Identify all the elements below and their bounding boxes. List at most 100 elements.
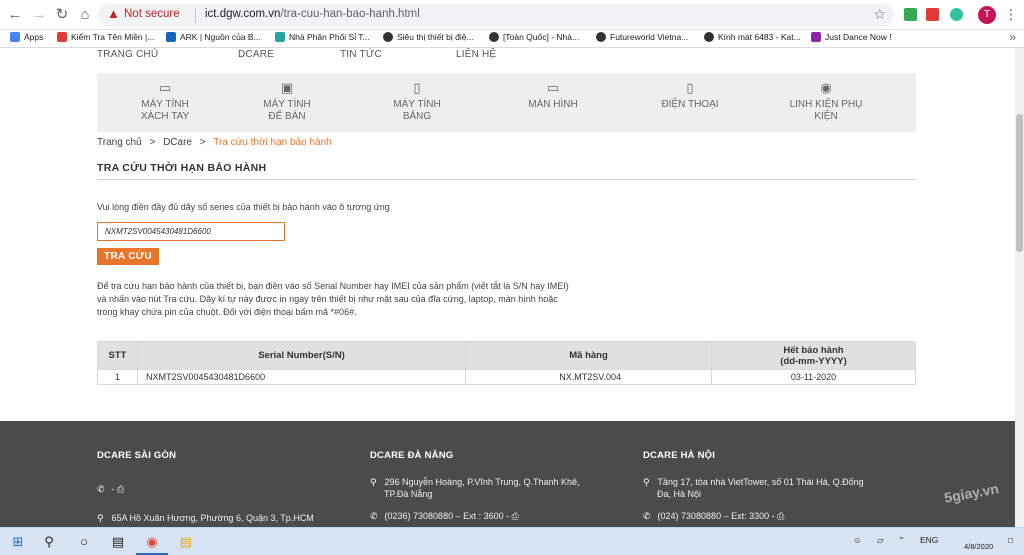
favicon-icon <box>383 32 393 42</box>
page-title: TRA CỨU THỜI HẠN BẢO HÀNH <box>97 162 267 174</box>
home-icon[interactable]: ⌂ <box>76 6 94 24</box>
footer-danang-title: DCARE ĐÀ NẴNG <box>370 450 454 461</box>
category-bar: ▭ MÁY TÍNH XÁCH TAY ▣ MÁY TÍNH ĐỂ BÀN ▯ … <box>97 73 916 132</box>
table-header-row: STT Serial Number(S/N) Mã hàng Hết bảo h… <box>97 341 916 370</box>
search-icon[interactable]: ⚲ <box>40 533 58 551</box>
header-serial: Serial Number(S/N) <box>137 341 466 370</box>
url-text[interactable]: ict.dgw.com.vn/tra-cuu-han-bao-hanh.html <box>205 8 420 20</box>
reload-icon[interactable]: ↻ <box>53 6 71 24</box>
printer-icon: ⎙ <box>511 511 519 521</box>
back-arrow-icon[interactable]: ← <box>6 6 24 24</box>
chrome-menu-icon[interactable]: ⋮ <box>1004 5 1018 23</box>
tray-language[interactable]: ENG <box>920 535 938 545</box>
category-laptop[interactable]: ▭ MÁY TÍNH XÁCH TAY <box>97 73 233 132</box>
menu-contact[interactable]: LIÊN HỆ <box>456 49 496 60</box>
notification-icon[interactable]: □ <box>1008 535 1013 545</box>
footer-hanoi-address: ⚲ Tầng 17, tòa nhà VietTower, số 01 Thái… <box>643 476 864 488</box>
warning-triangle-icon: ▲ <box>107 6 120 21</box>
bookmark-label: Nhà Phân Phối Sỉ T... <box>289 32 370 42</box>
printer-icon: ⎙ <box>117 484 125 494</box>
bookmark-star-icon[interactable]: ☆ <box>873 6 886 23</box>
address-text: Tầng 17, tòa nhà VietTower, số 01 Thái H… <box>657 477 864 487</box>
footer-danang-phone: ✆ (0236) 73080880 – Ext : 3600 - ⎙ <box>370 510 519 522</box>
menu-home[interactable]: TRANG CHỦ <box>97 49 158 60</box>
search-button[interactable]: TRA CỨU <box>97 248 159 265</box>
category-label: KIỆN <box>814 111 838 122</box>
address-bar[interactable]: ▲ Not secure ict.dgw.com.vn/tra-cuu-han-… <box>98 4 894 27</box>
category-phone[interactable]: ▯ ĐIỆN THOẠI <box>622 73 758 132</box>
scrollbar-thumb[interactable] <box>1016 114 1023 252</box>
pdf-extension-icon[interactable] <box>926 8 939 21</box>
tray-chevron-icon[interactable]: ⌃ <box>898 535 905 546</box>
profile-avatar[interactable]: T <box>978 6 996 24</box>
bookmark-nha-phan-phoi[interactable]: Nhà Phân Phối Sỉ T... <box>275 32 370 42</box>
chrome-icon[interactable]: ◉ <box>143 533 161 551</box>
tablet-icon: ▯ <box>413 80 421 95</box>
file-explorer-icon[interactable]: ▤ <box>177 533 195 551</box>
bookmark-kinh-mat[interactable]: Kính mát 6483 - Kat... <box>704 32 801 42</box>
breadcrumb-home[interactable]: Trang chủ <box>97 137 142 148</box>
bookmark-apps[interactable]: Apps <box>10 32 43 42</box>
task-view-icon[interactable]: ○ <box>75 533 93 551</box>
grammarly-icon[interactable] <box>950 8 963 21</box>
favicon-icon <box>704 32 714 42</box>
bookmark-ark[interactable]: ARK | Nguồn của B... <box>166 32 261 42</box>
category-label: ĐỂ BÀN <box>268 111 306 122</box>
header-expiry-line2: (dd-mm-YYYY) <box>780 355 847 367</box>
phone-text: (0236) 73080880 – Ext : 3600 - <box>384 511 510 521</box>
bookmark-kiem-tra[interactable]: Kiểm Tra Tên Miền |... <box>57 32 154 42</box>
bookmark-futureworld[interactable]: Futureworld Vietna... <box>596 32 688 42</box>
bookmark-label: [Toàn Quốc] - Nhà... <box>503 32 580 42</box>
footer-danang-address: ⚲ 296 Nguyễn Hoàng, P.Vĩnh Trung, Q.Than… <box>370 476 579 488</box>
breadcrumb-separator: > <box>199 137 206 148</box>
windows-start-icon[interactable]: ⊞ <box>9 533 27 551</box>
bookmarks-bar: Apps Kiểm Tra Tên Miền |... ARK | Nguồn … <box>0 30 1024 48</box>
header-expiry-line1: Hết bảo hành <box>783 344 844 356</box>
category-label: MÁY TÍNH <box>263 99 311 110</box>
breadcrumb-dcare[interactable]: DCare <box>163 137 192 148</box>
table-row: 1 NXMT2SV0045430481D6600 NX.MT2SV.004 03… <box>97 369 916 385</box>
tray-people-icon[interactable]: ☺ <box>853 535 862 545</box>
breadcrumb-separator: > <box>149 137 156 148</box>
menu-dcare[interactable]: DCARE <box>238 49 274 60</box>
header-expiry: Hết bảo hành (dd-mm-YYYY) <box>711 341 916 370</box>
bookmark-sieu-thi[interactable]: Siêu thị thiết bị điệ... <box>383 32 474 42</box>
phone-icon: ▯ <box>686 80 694 95</box>
site-footer: DCARE SÀI GÒN ✆ - ⎙ ⚲ 65A Hồ Xuân Hương,… <box>0 421 1015 527</box>
page-scrollbar[interactable] <box>1015 48 1024 527</box>
header-stt: STT <box>97 341 138 370</box>
header-code: Mã hàng <box>465 341 712 370</box>
category-label: MÀN HÌNH <box>528 99 578 110</box>
category-label: ĐIỆN THOẠI <box>661 99 719 110</box>
serial-input[interactable] <box>97 222 285 241</box>
category-monitor[interactable]: ▭ MÀN HÌNH <box>485 73 621 132</box>
tray-date[interactable]: 4/8/2020 <box>964 542 993 551</box>
forward-arrow-icon[interactable]: → <box>30 6 48 24</box>
lookup-description: Để tra cứu hạn bảo hành của thiết bị, bạ… <box>97 281 569 317</box>
bookmark-label: Futureworld Vietna... <box>610 32 689 42</box>
category-tablet[interactable]: ▯ MÁY TÍNH BẢNG <box>349 73 485 132</box>
cell-stt: 1 <box>97 369 138 385</box>
url-host: ict.dgw.com.vn <box>205 8 281 20</box>
footer-danang-address-2: TP.Đà Nẵng <box>384 489 433 499</box>
address-text: 296 Nguyễn Hoàng, P.Vĩnh Trung, Q.Thanh … <box>384 477 580 487</box>
app-icon[interactable]: ▤ <box>109 533 127 551</box>
category-accessories[interactable]: ◉ LINH KIỆN PHỤ KIỆN <box>758 73 894 132</box>
menu-news[interactable]: TIN TỨC <box>340 49 382 60</box>
tray-network-icon[interactable]: ▱ <box>877 535 884 546</box>
favicon-icon <box>57 32 67 42</box>
category-desktop[interactable]: ▣ MÁY TÍNH ĐỂ BÀN <box>219 73 355 132</box>
bookmark-label: Kiểm Tra Tên Miền |... <box>71 32 155 42</box>
breadcrumb-current: Tra cứu thời hạn bảo hành <box>213 137 332 148</box>
bookmarks-overflow-icon[interactable]: » <box>1009 30 1016 44</box>
omnibox-separator <box>195 8 196 23</box>
phone-text: - <box>111 484 115 494</box>
accessory-icon: ◉ <box>820 80 832 95</box>
bookmark-label: Apps <box>24 32 44 42</box>
footer-saigon-phone: ✆ - ⎙ <box>97 483 124 495</box>
favicon-icon <box>489 32 499 42</box>
bookmark-toan-quoc[interactable]: [Toàn Quốc] - Nhà... <box>489 32 579 42</box>
extension-green-icon[interactable] <box>904 8 917 21</box>
bookmark-just-dance[interactable]: Just Dance Now ! <box>811 32 892 42</box>
bookmark-label: ARK | Nguồn của B... <box>180 32 261 42</box>
